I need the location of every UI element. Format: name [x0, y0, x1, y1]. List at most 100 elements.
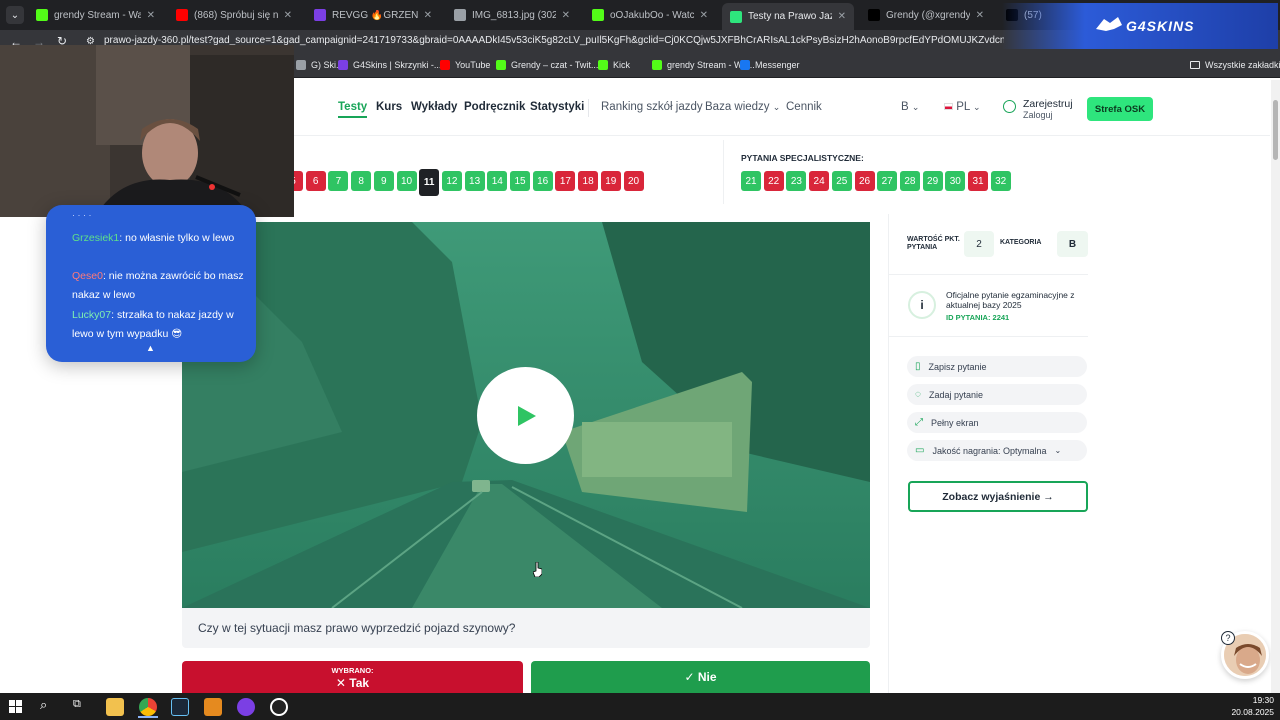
question-number-button[interactable]: 15 [510, 171, 530, 191]
help-icon[interactable]: ? [1221, 631, 1235, 645]
fullscreen-button[interactable]: ⤢ Pełny ekran [907, 412, 1087, 433]
video-quality-select[interactable]: ▭ Jakość nagrania: Optymalna ⌄ [907, 440, 1087, 461]
bookmark-item[interactable]: YouTube [440, 60, 490, 70]
tab-close-icon[interactable]: ✕ [838, 11, 846, 22]
chevron-down-icon: ⌄ [772, 102, 781, 112]
question-number-button[interactable]: 26 [854, 171, 875, 191]
tab-list-button[interactable]: ⌄ [6, 6, 24, 24]
tab-close-icon[interactable]: ✕ [700, 10, 708, 21]
browser-tab[interactable]: oOJakubOo - Watch clips ✕ [584, 4, 716, 26]
tab-close-icon[interactable]: ✕ [562, 10, 570, 21]
question-number-button[interactable]: 32 [990, 171, 1011, 191]
tab-favicon-icon [176, 9, 188, 21]
bookmark-icon: ▯ [915, 361, 921, 372]
question-number-button[interactable]: 29 [922, 171, 943, 191]
see-explanation-button[interactable]: Zobacz wyjaśnienie → [908, 481, 1088, 512]
nav-divider [588, 99, 589, 117]
question-number-button[interactable]: 18 [578, 171, 599, 191]
browser-tab[interactable]: REVGG 🔥GRZENIU I TIN ✕ [306, 4, 440, 26]
bookmark-item[interactable]: G) Ski... [296, 60, 344, 70]
tab-close-icon[interactable]: ✕ [976, 10, 984, 21]
question-number-button[interactable]: 28 [899, 171, 920, 191]
question-number-button[interactable]: 25 [831, 171, 852, 191]
tab-close-icon[interactable]: ✕ [147, 10, 155, 21]
strefa-osk-button[interactable]: Strefa OSK [1087, 97, 1153, 121]
bookmark-label: YouTube [455, 60, 491, 70]
browser-tab[interactable]: (868) Spróbuj się nie zaśm ✕ [168, 4, 300, 26]
answer-nie-button[interactable]: ✓ Nie [531, 661, 870, 695]
obs-icon[interactable] [270, 698, 288, 716]
browser-tab[interactable]: Grendy (@xgrendy) | TikT ✕ [860, 4, 992, 26]
tab-close-icon[interactable]: ✕ [424, 10, 432, 21]
register-link[interactable]: Zarejestruj [1023, 98, 1073, 110]
tab-close-icon[interactable]: ✕ [284, 10, 292, 21]
bookmarks-folder[interactable]: Wszystkie zakładki [1190, 60, 1280, 70]
save-question-button[interactable]: ▯ Zapisz pytanie [907, 356, 1087, 377]
file-explorer-icon[interactable] [106, 698, 124, 716]
nav-wyklady[interactable]: Wykłady [411, 101, 457, 113]
question-number-button[interactable]: 21 [741, 171, 761, 191]
nav-kurs[interactable]: Kurs [376, 101, 402, 113]
question-number-button[interactable]: 14 [487, 171, 508, 191]
steam-icon[interactable] [171, 698, 189, 716]
bookmark-item[interactable]: Messenger [740, 60, 800, 70]
check-icon: ✓ [684, 670, 695, 684]
question-number-button[interactable]: 8 [351, 171, 372, 191]
browser-tab[interactable]: grendy Stream - Watch Li ✕ [28, 4, 163, 26]
question-number-button[interactable]: 10 [396, 171, 417, 191]
browser-tab[interactable]: IMG_6813.jpg (3024×403 ✕ [446, 4, 578, 26]
question-number-button[interactable]: 17 [555, 171, 576, 191]
bookmark-item[interactable]: G4Skins | Skrzynki -... [338, 60, 441, 70]
browser-tab[interactable]: Testy na Prawo Jazdy 202 ✕ [722, 3, 854, 30]
bookmark-item[interactable]: Kick [598, 60, 630, 70]
question-number-button[interactable]: 11 [419, 169, 440, 196]
bookmark-favicon-icon [652, 60, 662, 70]
chevron-down-icon: ⌄ [973, 102, 981, 112]
selected-label: WYBRANO: [331, 666, 374, 675]
question-number-button[interactable]: 12 [441, 171, 462, 191]
app-icon[interactable] [204, 698, 222, 716]
windows-start-icon[interactable] [9, 700, 22, 713]
nav-ranking[interactable]: Ranking szkół jazdy [601, 101, 703, 113]
question-number-button[interactable]: 31 [968, 171, 988, 191]
login-link[interactable]: Zaloguj [1023, 110, 1053, 120]
ask-question-button[interactable]: ◌ Zadaj pytanie [907, 384, 1087, 405]
category-select[interactable]: B ⌄ [901, 101, 919, 113]
answer-tak-button[interactable]: WYBRANO: ✕ Tak [182, 661, 523, 695]
question-number-button[interactable]: 20 [623, 171, 644, 191]
chrome-icon[interactable] [139, 698, 157, 716]
nav-testy[interactable]: Testy [338, 101, 368, 118]
discord-icon[interactable] [237, 698, 255, 716]
question-number-button[interactable]: 30 [945, 171, 966, 191]
tab-favicon-icon [454, 9, 466, 21]
question-number-button[interactable]: 19 [600, 171, 621, 191]
answer-tak-text: Tak [349, 676, 370, 690]
nav-baza-label: Baza wiedzy [705, 101, 770, 113]
chevron-up-icon: ▲ [146, 343, 155, 353]
page-scrollbar[interactable] [1271, 80, 1280, 693]
question-number-button[interactable]: 13 [464, 171, 485, 191]
nav-podrecznik[interactable]: Podręcznik [464, 101, 525, 113]
mouse-cursor-icon [532, 561, 543, 578]
question-number-button[interactable]: 6 [305, 171, 326, 191]
language-select[interactable]: PL ⌄ [944, 101, 981, 113]
question-number-button[interactable]: 9 [373, 171, 394, 191]
bookmark-favicon-icon [496, 60, 506, 70]
question-number-button[interactable]: 27 [877, 171, 898, 191]
question-number-button[interactable]: 16 [532, 171, 553, 191]
webcam-overlay [0, 45, 294, 217]
question-number-button[interactable]: 24 [809, 171, 830, 191]
bookmark-item[interactable]: Grendy – czat - Twit... [496, 60, 598, 70]
ask-question-label: Zadaj pytanie [928, 389, 983, 400]
tab-favicon-icon [730, 10, 742, 23]
task-view-icon[interactable]: ⧉ [73, 698, 81, 711]
nav-baza-wiedzy[interactable]: Baza wiedzy ⌄ [705, 101, 780, 113]
nav-cennik[interactable]: Cennik [786, 101, 822, 113]
question-number-button[interactable]: 7 [328, 171, 349, 191]
play-button[interactable] [477, 367, 574, 464]
question-number-button[interactable]: 23 [786, 171, 807, 191]
search-icon[interactable]: ⌕ [40, 697, 47, 713]
question-number-button[interactable]: 22 [763, 171, 784, 191]
nav-statystyki[interactable]: Statystyki [530, 101, 584, 113]
scrollbar-thumb[interactable] [1273, 100, 1278, 160]
